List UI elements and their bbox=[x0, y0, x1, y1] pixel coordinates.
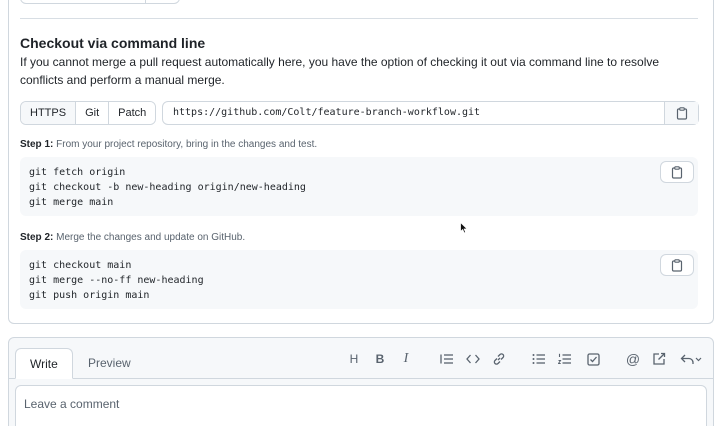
mouse-cursor-icon bbox=[460, 222, 468, 234]
copy-step1-button[interactable] bbox=[660, 161, 694, 183]
bulleted-list-icon bbox=[532, 354, 545, 364]
code-line: git push origin main bbox=[29, 290, 150, 301]
clone-url-text[interactable]: https://github.com/Colt/feature-branch-w… bbox=[173, 107, 480, 118]
checkout-description: If you cannot merge a pull request autom… bbox=[20, 55, 660, 87]
bold-button[interactable]: B bbox=[373, 349, 387, 369]
copy-step2-button[interactable] bbox=[660, 254, 694, 276]
code-line: git merge main bbox=[29, 197, 114, 208]
comment-textarea[interactable]: Leave a comment bbox=[15, 385, 707, 426]
code-line: git checkout -b new-heading origin/new-h… bbox=[29, 182, 306, 193]
copy-url-button[interactable] bbox=[664, 102, 698, 124]
comment-editor: Write Preview H B I @ Leave a comment bbox=[8, 337, 714, 426]
merge-button-divider bbox=[145, 0, 146, 4]
bulleted-list-button[interactable] bbox=[531, 349, 547, 369]
cross-reference-icon bbox=[653, 352, 666, 365]
code-button[interactable] bbox=[465, 349, 481, 369]
step2-label: Step 2: bbox=[20, 232, 54, 243]
code-line: git checkout main bbox=[29, 260, 132, 271]
protocol-selector: HTTPS Git Patch bbox=[20, 101, 157, 125]
italic-icon: I bbox=[403, 351, 409, 366]
reply-icon bbox=[680, 354, 702, 364]
step1-text: Step 1: From your project repository, br… bbox=[20, 139, 317, 150]
heading-icon: H bbox=[349, 352, 359, 366]
reference-button[interactable] bbox=[651, 349, 667, 369]
numbered-list-icon bbox=[558, 353, 571, 364]
comment-placeholder: Leave a comment bbox=[24, 397, 120, 411]
section-divider bbox=[20, 18, 698, 19]
protocol-git-button[interactable]: Git bbox=[76, 102, 110, 124]
quote-button[interactable] bbox=[439, 349, 455, 369]
clipboard-icon bbox=[676, 106, 687, 120]
clipboard-icon bbox=[671, 165, 683, 179]
task-list-icon bbox=[586, 352, 600, 366]
code-icon bbox=[466, 354, 480, 364]
link-icon bbox=[493, 353, 505, 365]
link-button[interactable] bbox=[491, 349, 507, 369]
merge-button-group[interactable] bbox=[20, 0, 180, 4]
step2-code-block: git checkout main git merge --no-ff new-… bbox=[20, 250, 698, 309]
code-line: git merge --no-ff new-heading bbox=[29, 275, 204, 286]
task-list-button[interactable] bbox=[585, 349, 601, 369]
checkout-title: Checkout via command line bbox=[20, 35, 206, 51]
saved-replies-button[interactable] bbox=[679, 349, 703, 369]
bold-icon: B bbox=[375, 352, 385, 366]
step2-text: Step 2: Merge the changes and update on … bbox=[20, 232, 245, 243]
step1-label: Step 1: bbox=[20, 139, 54, 150]
step2-description: Merge the changes and update on GitHub. bbox=[56, 232, 246, 243]
protocol-https-button[interactable]: HTTPS bbox=[21, 102, 77, 124]
clipboard-icon bbox=[671, 258, 683, 272]
italic-button[interactable]: I bbox=[399, 349, 413, 369]
mention-icon: @ bbox=[625, 351, 641, 367]
step1-code-block: git fetch origin git checkout -b new-hea… bbox=[20, 157, 698, 216]
clone-url-field[interactable]: https://github.com/Colt/feature-branch-w… bbox=[162, 101, 699, 125]
protocol-patch-button[interactable]: Patch bbox=[109, 102, 156, 124]
tab-preview[interactable]: Preview bbox=[74, 348, 145, 379]
numbered-list-button[interactable] bbox=[557, 349, 573, 369]
code-line: git fetch origin bbox=[29, 167, 126, 178]
heading-button[interactable]: H bbox=[347, 349, 361, 369]
mention-button[interactable]: @ bbox=[625, 349, 641, 369]
tab-write[interactable]: Write bbox=[15, 348, 73, 379]
quote-icon bbox=[440, 354, 453, 364]
step1-description: From your project repository, bring in t… bbox=[56, 139, 318, 150]
